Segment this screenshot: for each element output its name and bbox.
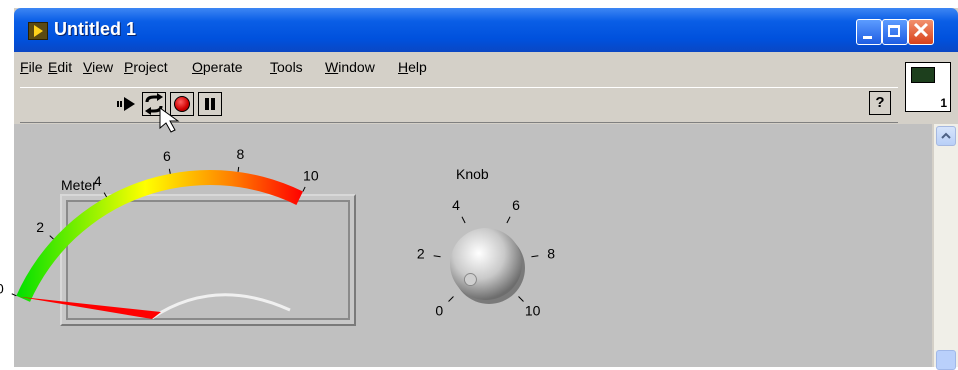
meter-tick-label: 10	[303, 167, 319, 183]
gauge-layer: 0 2 4 6 8 10 0 2 4 6 8 10	[0, 146, 555, 320]
meter-tick	[168, 168, 171, 174]
meter-inner-arc	[151, 293, 291, 320]
meter-tick	[11, 293, 17, 297]
meter-tick	[302, 186, 306, 192]
meter-needle	[18, 296, 161, 319]
knob-body	[450, 228, 522, 300]
knob-tick-label: 0	[435, 303, 443, 319]
meter-tick-label: 6	[163, 148, 171, 164]
knob-tick	[518, 296, 524, 302]
knob-tick-label: 4	[452, 197, 460, 213]
meter-color-band	[16, 170, 303, 302]
meter-tick-label: 8	[237, 146, 245, 162]
meter-tick-label: 2	[36, 219, 44, 235]
meter-gauge[interactable]: 0 2 4 6 8 10	[0, 146, 319, 320]
knob-tick	[506, 216, 511, 224]
knob-tick	[448, 296, 454, 302]
meter-tick	[237, 166, 240, 172]
knob-tick-label: 2	[417, 246, 425, 262]
knob-tick	[531, 255, 539, 258]
knob-tick	[433, 255, 441, 258]
knob-pointer-dimple	[463, 273, 477, 287]
knob-tick-label: 6	[512, 197, 520, 213]
meter-tick-label: 0	[0, 280, 4, 296]
meter-tick	[103, 192, 108, 198]
meter-tick-label: 4	[94, 173, 102, 189]
knob-tick-label: 10	[525, 303, 541, 319]
knob-control[interactable]: 0 2 4 6 8 10	[417, 197, 555, 318]
knob-tick-label: 8	[547, 246, 555, 262]
mouse-cursor-icon	[159, 107, 180, 133]
knob-tick	[461, 216, 466, 224]
meter-tick	[49, 235, 54, 240]
